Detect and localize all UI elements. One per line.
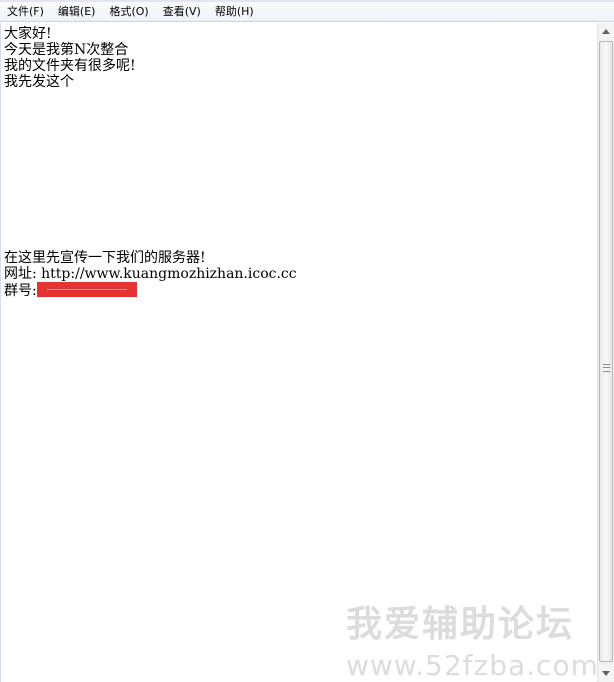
- group-label: 群号:: [4, 283, 37, 299]
- text-line-2: 今天是我第N次整合: [4, 42, 129, 58]
- triangle-down-icon: [602, 671, 610, 676]
- text-line-url: 网址: http://www.kuangmozhizhan.icoc.cc: [4, 266, 297, 282]
- menu-help[interactable]: 帮助(H): [208, 3, 261, 21]
- text-line-group: 群号:: [4, 282, 137, 299]
- scroll-down-button[interactable]: [598, 665, 614, 682]
- menu-edit[interactable]: 编辑(E): [51, 3, 103, 21]
- text-line-4: 我先发这个: [4, 74, 74, 90]
- text-editor-area[interactable]: 大家好! 今天是我第N次整合 我的文件夹有很多呢! 我先发这个 在这里先宣传一下…: [0, 23, 599, 682]
- triangle-up-icon: [602, 29, 610, 34]
- redaction-box: [36, 282, 137, 297]
- text-line-5: 在这里先宣传一下我们的服务器!: [4, 250, 206, 266]
- vertical-scrollbar[interactable]: [597, 23, 614, 682]
- scroll-thumb[interactable]: [599, 41, 613, 662]
- text-line-1: 大家好!: [4, 26, 52, 42]
- menu-file[interactable]: 文件(F): [0, 3, 51, 21]
- menu-view[interactable]: 查看(V): [156, 3, 208, 21]
- menu-format[interactable]: 格式(O): [102, 3, 155, 21]
- menu-bar: 文件(F) 编辑(E) 格式(O) 查看(V) 帮助(H): [0, 2, 614, 22]
- watermark-url: www.52fzba.com: [346, 649, 599, 682]
- scroll-up-button[interactable]: [598, 23, 614, 40]
- watermark-title: 我爱辅助论坛: [346, 604, 575, 645]
- grip-icon: [603, 364, 610, 372]
- notepad-window: 文件(F) 编辑(E) 格式(O) 查看(V) 帮助(H) 大家好! 今天是我第…: [0, 0, 614, 682]
- text-line-3: 我的文件夹有很多呢!: [4, 58, 136, 74]
